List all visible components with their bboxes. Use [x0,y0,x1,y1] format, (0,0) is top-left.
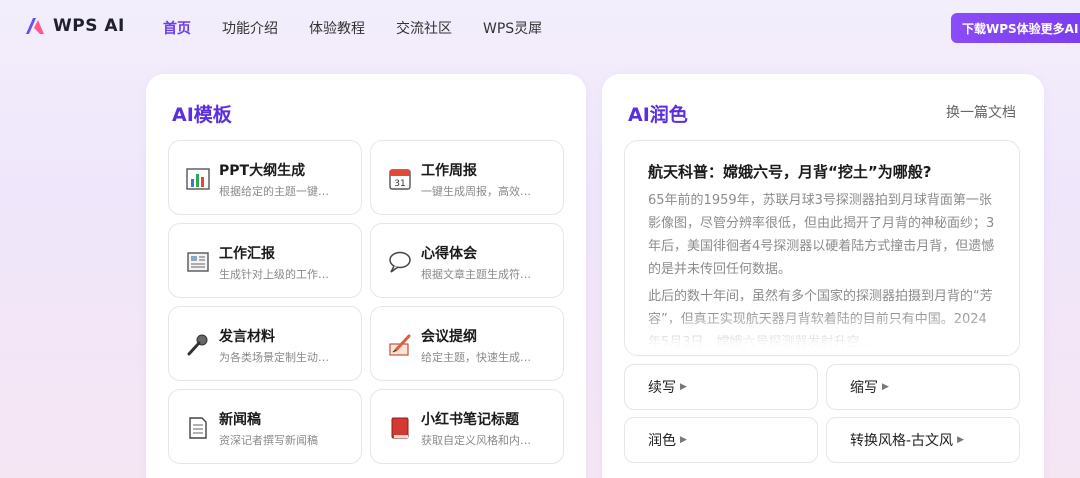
switch-document-link[interactable]: 换一篇文档 [946,102,1016,122]
nav-item-lingxi[interactable]: WPS灵犀 [483,18,542,38]
ai-templates-panel: AI模板 PPT大纲生成 根据给定的主题一键… 31 工作周报 一键生成周报，高… [146,74,586,478]
template-card-weekly-report[interactable]: 31 工作周报 一键生成周报，高效… [370,140,564,215]
template-card-meeting-outline[interactable]: 会议提纲 给定主题，快速生成… [370,306,564,381]
template-card-work-report[interactable]: 工作汇报 生成针对上级的工作… [168,223,362,298]
card-desc: 获取自定义风格和内… [421,434,531,447]
polish-button[interactable]: 润色 ▶ [624,417,818,463]
card-desc: 根据给定的主题一键… [219,185,329,198]
card-title: 会议提纲 [421,329,477,345]
nav-item-community[interactable]: 交流社区 [396,18,452,38]
speech-bubble-icon [389,251,411,273]
template-card-xiaohongshu-title[interactable]: 小红书笔记标题 获取自定义风格和内… [370,389,564,464]
article-title: 航天科普：嫦娥六号，月背“挖土”为哪般? [648,163,932,181]
action-label: 润色 [648,433,676,449]
play-triangle-icon: ▶ [680,435,687,445]
red-book-icon [391,417,409,439]
top-navbar: WPS AI 首页 功能介绍 体验教程 交流社区 WPS灵犀 下载WPS体验更多… [0,0,1080,56]
document-icon [189,417,207,439]
template-card-speech[interactable]: 发言材料 为各类场景定制生动… [168,306,362,381]
svg-text:31: 31 [394,179,405,189]
action-label: 续写 [648,380,676,396]
pencil-note-icon [389,334,411,356]
download-wps-button[interactable]: 下载WPS体验更多AI ▼ [951,13,1080,43]
nav-item-features[interactable]: 功能介绍 [222,18,278,38]
continue-writing-button[interactable]: 续写 ▶ [624,364,818,410]
card-desc: 给定主题，快速生成… [421,351,531,364]
play-triangle-icon: ▶ [680,382,687,392]
main-nav: 首页 功能介绍 体验教程 交流社区 WPS灵犀 [163,18,573,38]
card-desc: 根据文章主题生成符… [421,268,531,281]
article-paragraph: 65年前的1959年，苏联月球3号探测器拍到月球背面第一张影像图，尽管分辨率很低… [648,193,995,277]
sample-article[interactable]: 航天科普：嫦娥六号，月背“挖土”为哪般? 65年前的1959年，苏联月球3号探测… [624,140,1020,356]
microphone-icon [187,334,208,356]
wps-ai-logo-icon [26,18,44,34]
convert-style-classical-button[interactable]: 转换风格-古文风 ▶ [826,417,1020,463]
article-fade-overlay [625,311,1019,355]
card-title: 发言材料 [219,329,275,345]
brand-logo[interactable]: WPS AI [24,16,125,36]
card-title: 工作汇报 [219,246,275,262]
newspaper-icon [187,252,209,272]
card-title: 小红书笔记标题 [421,412,519,428]
template-card-ppt-outline[interactable]: PPT大纲生成 根据给定的主题一键… [168,140,362,215]
card-desc: 一键生成周报，高效… [421,185,531,198]
template-card-press-release[interactable]: 新闻稿 资深记者撰写新闻稿 [168,389,362,464]
action-label: 转换风格-古文风 [850,433,954,449]
download-button-label: 下载WPS体验更多AI [962,21,1079,36]
brand-name: WPS AI [53,16,125,36]
abbreviate-button[interactable]: 缩写 ▶ [826,364,1020,410]
card-title: PPT大纲生成 [219,163,306,179]
calendar-icon: 31 [389,169,411,190]
ai-polish-panel: AI润色 换一篇文档 航天科普：嫦娥六号，月背“挖土”为哪般? 65年前的195… [602,74,1044,478]
nav-item-home[interactable]: 首页 [163,18,191,38]
action-label: 缩写 [850,380,878,396]
nav-item-tutorial[interactable]: 体验教程 [309,18,365,38]
ai-polish-title: AI润色 [628,104,688,126]
template-card-reflections[interactable]: 心得体会 根据文章主题生成符… [370,223,564,298]
card-desc: 为各类场景定制生动… [219,351,329,364]
card-title: 心得体会 [421,246,477,262]
play-triangle-icon: ▶ [882,382,889,392]
ai-templates-title: AI模板 [172,104,232,126]
play-triangle-icon: ▶ [957,435,964,445]
card-title: 新闻稿 [219,412,261,428]
card-desc: 生成针对上级的工作… [219,268,329,281]
card-title: 工作周报 [421,163,477,179]
bar-chart-icon [186,168,210,190]
card-desc: 资深记者撰写新闻稿 [219,434,318,447]
